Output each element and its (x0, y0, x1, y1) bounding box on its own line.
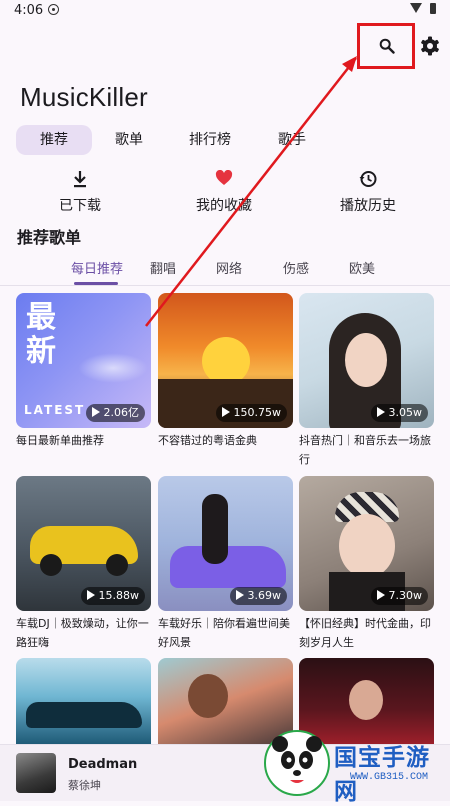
play-count-badge: 15.88w (80, 587, 145, 605)
playlist-card[interactable]: 150.75w 不容错过的粤语金典 (158, 293, 293, 450)
now-playing-artist: 蔡徐坤 (68, 779, 101, 792)
cover-text: 最新 (26, 300, 56, 369)
playlist-cover: 最新 LATEST 2.06亿 (16, 293, 151, 428)
section-title: 推荐歌单 (17, 228, 82, 247)
status-bar: 4:06 (0, 0, 450, 22)
favorites-button[interactable]: 我的收藏 (164, 169, 284, 215)
playlist-cover: 15.88w (16, 476, 151, 611)
playlist-title: 不容错过的粤语金典 (158, 434, 257, 447)
tab-charts[interactable]: 排行榜 (184, 125, 236, 155)
playlist-card[interactable]: 7.30w 【怀旧经典】时代金曲，印刻岁月人生 (299, 476, 434, 652)
playlist-title: 车载好乐｜陪你看遍世间美好风景 (158, 617, 290, 649)
watermark-site: WWW.GB315.COM (350, 772, 429, 783)
playlist-title: 【怀旧经典】时代金曲，印刻岁月人生 (299, 617, 431, 649)
status-time: 4:06 (14, 3, 44, 18)
play-count-badge: 7.30w (370, 587, 428, 605)
category-tabs: 每日推荐 翻唱 网络 伤感 欧美 (0, 255, 450, 285)
play-icon (221, 407, 230, 417)
heart-icon (164, 169, 284, 190)
play-count-badge: 150.75w (215, 404, 287, 422)
playlist-card[interactable] (16, 658, 151, 744)
downloaded-button[interactable]: 已下载 (20, 170, 140, 215)
search-icon (379, 38, 395, 54)
tab-playlists[interactable]: 歌单 (104, 125, 154, 155)
play-count-badge: 3.05w (370, 404, 428, 422)
subtab-cover[interactable]: 翻唱 (150, 258, 176, 277)
subtab-sad[interactable]: 伤感 (283, 258, 309, 277)
play-icon (91, 407, 100, 417)
playlist-cover: 150.75w (158, 293, 293, 428)
tab-recommend[interactable]: 推荐 (16, 125, 92, 155)
playlist-title: 每日最新单曲推荐 (16, 434, 104, 447)
playlist-card[interactable]: 3.05w 抖音热门｜和音乐去一场旅行 (299, 293, 434, 469)
playlist-card[interactable]: 最新 LATEST 2.06亿 每日最新单曲推荐 (16, 293, 151, 450)
now-playing-cover (16, 753, 56, 793)
play-icon (376, 590, 385, 600)
subtab-western[interactable]: 欧美 (349, 258, 375, 277)
watermark-logo: 国宝手游网 WWW.GB315.COM (252, 722, 450, 805)
tab-singers[interactable]: 歌手 (270, 125, 314, 155)
downloaded-label: 已下载 (59, 198, 101, 214)
search-button[interactable] (357, 23, 415, 69)
now-playing-song: Deadman (68, 757, 138, 772)
settings-gear-icon[interactable] (420, 36, 440, 56)
panda-logo-icon (264, 730, 330, 796)
play-icon (235, 590, 244, 600)
subtab-network[interactable]: 网络 (216, 258, 242, 277)
battery-icon (430, 3, 436, 14)
play-count-badge: 3.69w (229, 587, 287, 605)
history-icon (308, 170, 428, 190)
favorites-label: 我的收藏 (196, 198, 252, 214)
wifi-icon (410, 3, 422, 13)
history-button[interactable]: 播放历史 (308, 170, 428, 215)
divider (0, 285, 450, 286)
playlist-title: 抖音热门｜和音乐去一场旅行 (299, 434, 431, 466)
play-count-badge: 2.06亿 (85, 404, 145, 422)
playlist-cover: 3.69w (158, 476, 293, 611)
playlist-card[interactable]: 15.88w 车载DJ｜极致燥动，让你一路狂嗨 (16, 476, 151, 652)
history-label: 播放历史 (340, 198, 396, 214)
cover-text: LATEST (24, 403, 86, 417)
playlist-cover (16, 658, 151, 744)
playlist-title: 车载DJ｜极致燥动，让你一路狂嗨 (16, 617, 149, 649)
playlist-cover: 7.30w (299, 476, 434, 611)
subtab-daily[interactable]: 每日推荐 (71, 258, 123, 277)
playlist-card[interactable]: 3.69w 车载好乐｜陪你看遍世间美好风景 (158, 476, 293, 652)
play-icon (86, 590, 95, 600)
app-title: MusicKiller (20, 82, 148, 112)
download-icon (20, 170, 140, 190)
playlist-cover: 3.05w (299, 293, 434, 428)
screen-record-icon (48, 4, 59, 15)
play-icon (376, 407, 385, 417)
